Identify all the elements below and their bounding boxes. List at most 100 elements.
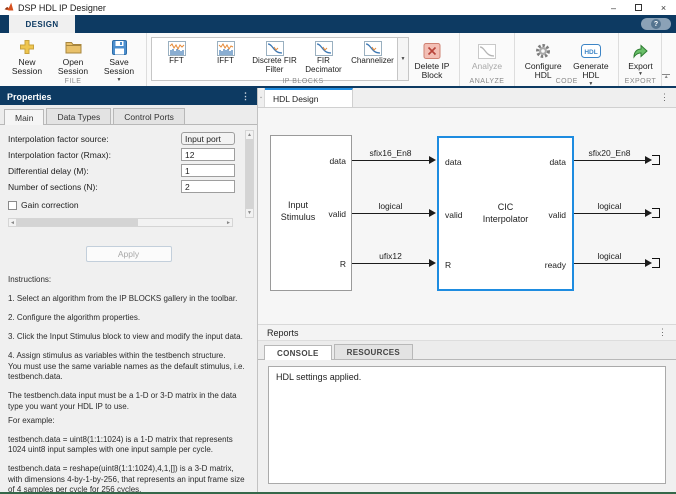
gallery-item-discrete-fir-filter[interactable]: Discrete FIR Filter: [250, 38, 299, 80]
delete-ip-block-button[interactable]: Delete IP Block: [409, 40, 455, 81]
collapse-ribbon-button[interactable]: ▲: [662, 74, 670, 80]
port-data-in: data: [445, 157, 462, 167]
folder-icon: [65, 38, 82, 56]
tab-main[interactable]: Main: [4, 109, 44, 125]
analyze-button[interactable]: Analyze: [464, 40, 510, 71]
gallery-item-ifft[interactable]: IFFT: [201, 38, 250, 80]
new-session-button[interactable]: New Session: [4, 36, 50, 77]
hdl-design-canvas[interactable]: Input Stimulus data valid R CIC Interpol…: [258, 108, 676, 325]
ribbon-toolbar: New Session Open Session Save Session ▼ …: [0, 33, 676, 88]
export-group-label: EXPORT: [619, 78, 661, 85]
port-valid-out: valid: [329, 209, 346, 219]
output-terminal-icon: [652, 208, 660, 218]
properties-menu-icon[interactable]: ⋮: [241, 92, 250, 101]
signal-type-label: logical: [574, 201, 645, 211]
gain-correction-checkbox[interactable]: [8, 201, 17, 210]
gallery-expand-button[interactable]: ▼: [397, 38, 408, 80]
ifft-icon: [217, 41, 235, 57]
ribbon-group-export: Export ▼ EXPORT: [619, 33, 662, 86]
plus-icon: [19, 38, 35, 56]
port-r-out: R: [340, 259, 346, 269]
vertical-scrollbar[interactable]: ▲ ▼: [245, 130, 254, 218]
maximize-icon: [635, 4, 642, 11]
help-button[interactable]: ?: [641, 18, 671, 30]
signal-wire-ready-out[interactable]: [574, 263, 645, 264]
tab-design[interactable]: DESIGN: [9, 15, 75, 33]
interp-factor-input[interactable]: 12: [181, 148, 235, 161]
ribbon-group-file: New Session Open Session Save Session ▼ …: [0, 33, 147, 86]
gain-correction-label: Gain correction: [21, 200, 79, 210]
help-icon: ?: [651, 19, 661, 29]
tab-resources[interactable]: RESOURCES: [334, 344, 413, 359]
cic-interpolator-block[interactable]: CIC Interpolator data valid R data valid…: [437, 136, 574, 291]
signal-type-label: logical: [352, 201, 429, 211]
port-data-out: data: [549, 157, 566, 167]
properties-tabs: Main Data Types Control Ports: [0, 105, 257, 125]
properties-form: Interpolation factor source: Input port …: [0, 125, 257, 235]
port-valid-in: valid: [445, 210, 462, 220]
signal-type-label: sfix20_En8: [574, 148, 645, 158]
analyze-group-label: ANALYZE: [460, 78, 514, 85]
field-row: Interpolation factor (Rmax): 12: [8, 148, 249, 161]
tab-console[interactable]: CONSOLE: [264, 345, 332, 360]
tab-hdl-design[interactable]: HDL Design: [265, 88, 353, 107]
instructions-line: Instructions:: [8, 275, 249, 285]
signal-wire-valid[interactable]: [352, 213, 429, 214]
analyze-icon: [478, 42, 496, 60]
scrollbar-thumb[interactable]: [246, 139, 253, 209]
gallery-item-fir-decimator[interactable]: FIR Decimator: [299, 38, 348, 80]
maximize-button[interactable]: [626, 0, 651, 15]
title-bar: DSP HDL IP Designer – ×: [0, 0, 676, 15]
interp-factor-label: Interpolation factor (Rmax):: [8, 150, 111, 160]
port-ready-out: ready: [545, 260, 566, 270]
save-session-button[interactable]: Save Session ▼: [96, 36, 142, 83]
signal-type-label: ufix12: [352, 251, 429, 261]
ribbon-group-analyze: Analyze ANALYZE: [460, 33, 515, 86]
horizontal-scrollbar[interactable]: ◄ ►: [8, 218, 233, 227]
scroll-up-icon: ▲: [247, 132, 252, 138]
ip-blocks-group-label: IP BLOCKS: [147, 78, 459, 85]
instructions-line: testbench.data = uint8(1:1:1024) is a 1-…: [8, 435, 249, 456]
num-sections-input[interactable]: 2: [181, 180, 235, 193]
port-r-in: R: [445, 260, 451, 270]
hdl-design-menu-icon[interactable]: ⋮: [660, 93, 669, 102]
instructions-text: Instructions: 1. Select an algorithm fro…: [0, 266, 257, 492]
diff-delay-input[interactable]: 1: [181, 164, 235, 177]
interp-source-dropdown[interactable]: Input port: [181, 132, 235, 145]
export-button[interactable]: Export ▼: [623, 40, 657, 77]
gear-icon: [535, 42, 551, 60]
field-row: Number of sections (N): 2: [8, 180, 249, 193]
scroll-down-icon: ▼: [247, 210, 252, 216]
file-group-label: FILE: [0, 78, 146, 85]
configure-hdl-button[interactable]: Configure HDL: [519, 40, 567, 81]
close-button[interactable]: ×: [651, 0, 676, 15]
minimize-button[interactable]: –: [601, 0, 626, 15]
fir-decimator-icon: [315, 41, 333, 57]
ribbon-tabstrip: DESIGN ?: [0, 15, 676, 33]
tab-control-ports[interactable]: Control Ports: [113, 108, 185, 124]
design-area: ▪ HDL Design ⋮ Input Stimulus data valid…: [258, 88, 676, 492]
code-group-label: CODE: [515, 78, 618, 85]
reports-menu-icon[interactable]: ⋮: [658, 328, 667, 337]
tab-data-types[interactable]: Data Types: [46, 108, 111, 124]
chevron-down-icon: ▼: [638, 72, 643, 77]
field-row: Interpolation factor source: Input port: [8, 132, 249, 145]
reports-title: Reports: [267, 328, 299, 338]
signal-wire-data[interactable]: [352, 160, 429, 161]
gain-correction-row: Gain correction: [8, 200, 249, 210]
signal-wire-valid-out[interactable]: [574, 213, 645, 214]
channelizer-icon: [364, 41, 382, 57]
signal-wire-r[interactable]: [352, 263, 429, 264]
console-output[interactable]: HDL settings applied.: [268, 366, 666, 484]
apply-button[interactable]: Apply: [86, 246, 172, 262]
open-session-button[interactable]: Open Session: [50, 36, 96, 77]
gallery-item-channelizer[interactable]: Channelizer: [348, 38, 397, 80]
scrollbar-thumb[interactable]: [16, 219, 138, 226]
input-stimulus-block[interactable]: Input Stimulus data valid R: [270, 135, 352, 291]
instructions-line: 4. Assign stimulus as variables within t…: [8, 351, 249, 361]
instructions-line: 1. Select an algorithm from the IP BLOCK…: [8, 294, 249, 304]
gallery-item-fft[interactable]: FFT: [152, 38, 201, 80]
port-data-out: data: [329, 156, 346, 166]
signal-wire-data-out[interactable]: [574, 160, 645, 161]
panel-splitter-handle[interactable]: ▪: [258, 88, 265, 107]
